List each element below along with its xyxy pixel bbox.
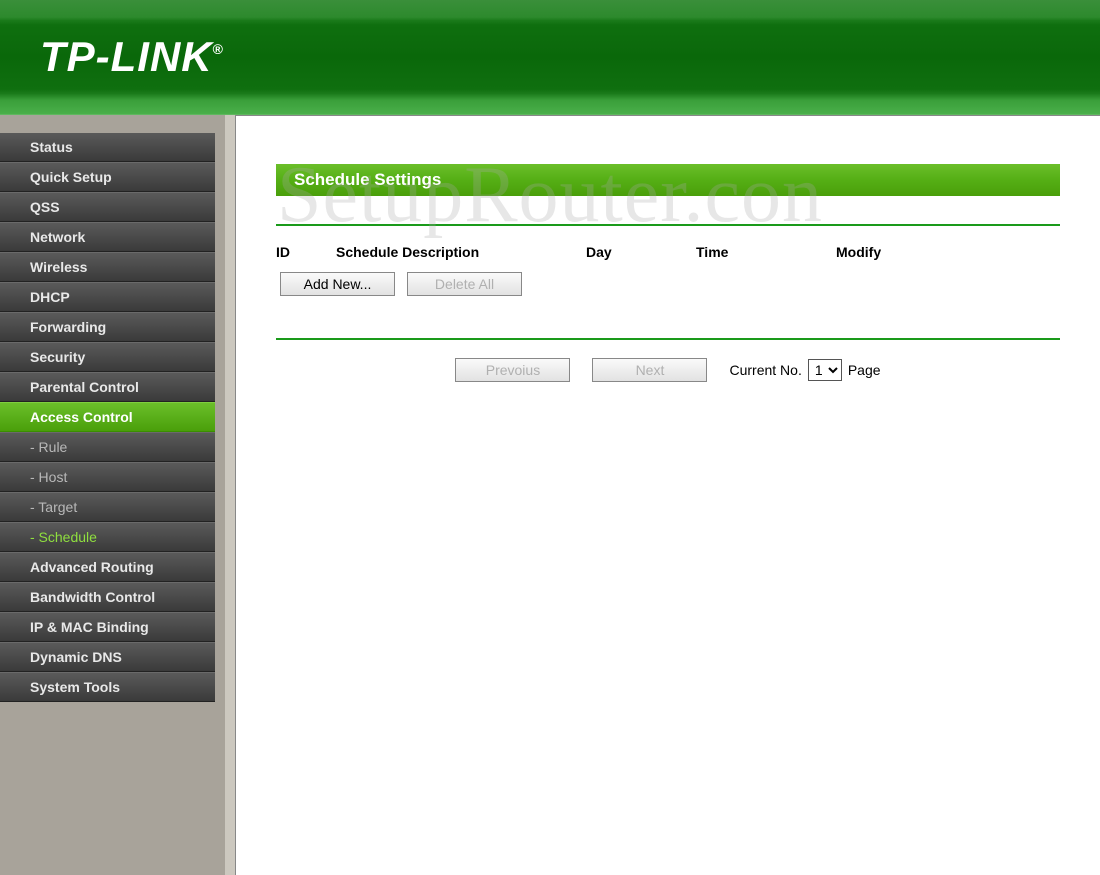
page-selector-group: Current No. 1 Page bbox=[729, 359, 880, 381]
sidebar-sub-host[interactable]: - Host bbox=[0, 462, 215, 492]
header-bar: TP-LINK® bbox=[0, 0, 1100, 115]
brand-logo: TP-LINK® bbox=[40, 33, 224, 81]
col-header-day: Day bbox=[586, 244, 696, 260]
sidebar-item-network[interactable]: Network bbox=[0, 222, 215, 252]
brand-text: TP-LINK bbox=[40, 33, 213, 80]
separator-top bbox=[276, 224, 1060, 226]
page-title: Schedule Settings bbox=[276, 164, 1060, 196]
page-number-select[interactable]: 1 bbox=[808, 359, 842, 381]
action-button-row: Add New... Delete All bbox=[276, 272, 1060, 296]
sidebar-item-qss[interactable]: QSS bbox=[0, 192, 215, 222]
pagination-bar: Prevoius Next Current No. 1 Page bbox=[276, 358, 1060, 382]
sidebar-item-system-tools[interactable]: System Tools bbox=[0, 672, 215, 702]
separator-bottom bbox=[276, 338, 1060, 340]
sidebar-item-access-control[interactable]: Access Control bbox=[0, 402, 215, 432]
sidebar-sub-target[interactable]: - Target bbox=[0, 492, 215, 522]
current-no-label: Current No. bbox=[729, 362, 801, 378]
registered-icon: ® bbox=[213, 41, 224, 57]
schedule-table-header: ID Schedule Description Day Time Modify bbox=[276, 244, 1060, 272]
sidebar-item-bandwidth-control[interactable]: Bandwidth Control bbox=[0, 582, 215, 612]
sidebar-divider bbox=[225, 115, 235, 875]
add-new-button[interactable]: Add New... bbox=[280, 272, 395, 296]
delete-all-button[interactable]: Delete All bbox=[407, 272, 522, 296]
sidebar-item-dynamic-dns[interactable]: Dynamic DNS bbox=[0, 642, 215, 672]
col-header-description: Schedule Description bbox=[336, 244, 586, 260]
col-header-id: ID bbox=[276, 244, 336, 260]
sidebar-item-forwarding[interactable]: Forwarding bbox=[0, 312, 215, 342]
sidebar-sub-schedule[interactable]: - Schedule bbox=[0, 522, 215, 552]
next-button[interactable]: Next bbox=[592, 358, 707, 382]
sidebar-item-parental-control[interactable]: Parental Control bbox=[0, 372, 215, 402]
sidebar-sub-rule[interactable]: - Rule bbox=[0, 432, 215, 462]
sidebar-nav: Status Quick Setup QSS Network Wireless … bbox=[0, 115, 225, 875]
sidebar-item-ip-mac-binding[interactable]: IP & MAC Binding bbox=[0, 612, 215, 642]
col-header-modify: Modify bbox=[836, 244, 936, 260]
previous-button[interactable]: Prevoius bbox=[455, 358, 570, 382]
main-content: Schedule Settings ID Schedule Descriptio… bbox=[235, 115, 1100, 875]
sidebar-item-wireless[interactable]: Wireless bbox=[0, 252, 215, 282]
sidebar-item-status[interactable]: Status bbox=[0, 133, 215, 162]
col-header-time: Time bbox=[696, 244, 836, 260]
sidebar-item-security[interactable]: Security bbox=[0, 342, 215, 372]
sidebar-item-quick-setup[interactable]: Quick Setup bbox=[0, 162, 215, 192]
page-label: Page bbox=[848, 362, 881, 378]
sidebar-item-advanced-routing[interactable]: Advanced Routing bbox=[0, 552, 215, 582]
sidebar-item-dhcp[interactable]: DHCP bbox=[0, 282, 215, 312]
